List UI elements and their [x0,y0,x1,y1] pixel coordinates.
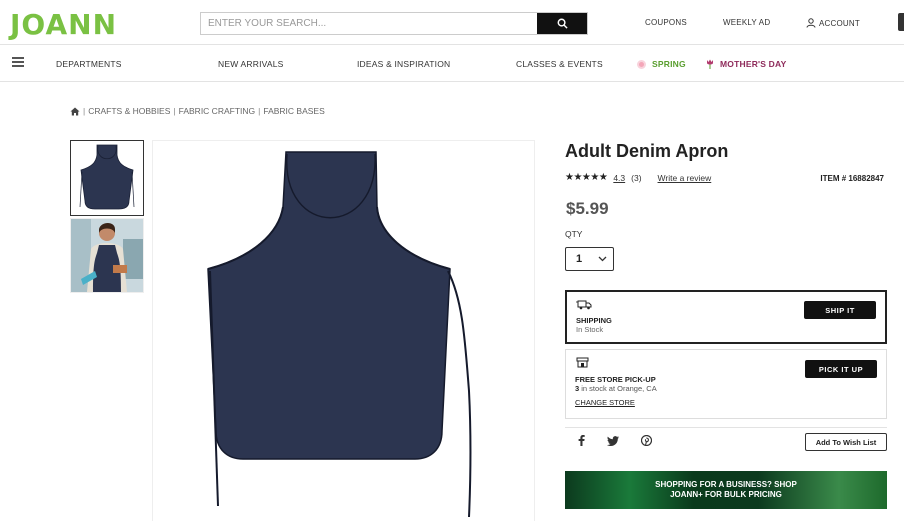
joann-logo[interactable]: JOANN [10,8,117,41]
pickup-location: in stock at Orange, CA [581,384,657,393]
coupons-link[interactable]: COUPONS [645,18,687,27]
qty-value: 1 [576,253,583,265]
write-review-link[interactable]: Write a review [658,173,712,183]
nav-spring[interactable]: SPRING [637,59,686,69]
pickup-status: 3 in stock at Orange, CA [575,384,657,393]
nav-classes-events[interactable]: CLASSES & EVENTS [516,59,603,69]
cart-icon[interactable] [898,13,904,31]
breadcrumb-fabric-crafting[interactable]: FABRIC CRAFTING [179,106,256,116]
nav-departments[interactable]: DEPARTMENTS [56,59,122,69]
twitter-icon[interactable] [607,435,619,446]
product-price: $5.99 [566,199,609,218]
pickup-count: 3 [575,384,580,393]
product-title: Adult Denim Apron [565,141,729,161]
store-icon [576,357,589,368]
pickup-label: FREE STORE PICK-UP [575,375,656,384]
search-input[interactable] [201,13,537,34]
search-button[interactable] [537,13,587,34]
search-bar [200,12,588,35]
banner-line-2: JOANN+ FOR BULK PRICING [670,490,782,499]
shipping-status: In Stock [576,325,604,334]
banner-line-1: SHOPPING FOR A BUSINESS? SHOP [655,480,797,489]
change-store-link[interactable]: CHANGE STORE [575,398,635,407]
account-link[interactable]: ACCOUNT [806,18,860,28]
qty-label: QTY [565,229,583,239]
review-count: (3) [631,172,642,183]
ship-it-button[interactable]: SHIP IT [804,301,876,319]
main-nav: DEPARTMENTS NEW ARRIVALS IDEAS & INSPIRA… [0,44,904,82]
nav-mothers-day-label: MOTHER'S DAY [720,59,787,69]
nav-ideas-inspiration[interactable]: IDEAS & INSPIRATION [357,59,450,69]
account-label: ACCOUNT [819,18,860,28]
pick-it-up-button[interactable]: PICK IT UP [805,360,877,378]
weekly-ad-link[interactable]: WEEKLY AD [723,18,770,27]
breadcrumb: | CRAFTS & HOBBIES | FABRIC CRAFTING | F… [70,106,325,116]
thumbnail-model[interactable] [70,218,144,293]
rating-stars-icon: ★★★★★ [565,172,608,183]
main-product-image[interactable] [152,140,535,521]
breadcrumb-fabric-bases[interactable]: FABRIC BASES [263,106,324,116]
add-to-wish-list-button[interactable]: Add To Wish List [805,433,887,451]
tulip-icon [707,59,713,69]
pickup-option[interactable]: FREE STORE PICK-UP 3 in stock at Orange,… [565,349,887,419]
nav-new-arrivals[interactable]: NEW ARRIVALS [218,59,284,69]
search-icon [557,18,568,29]
nav-spring-label: SPRING [652,59,686,69]
pinterest-icon[interactable] [641,435,652,446]
product-rating: ★★★★★ 4.3 (3) Write a review [565,172,711,183]
truck-icon [576,300,592,310]
rating-value[interactable]: 4.3 [613,173,625,183]
shipping-option[interactable]: SHIPPING In Stock SHIP IT [565,290,887,344]
business-promo-banner[interactable]: SHOPPING FOR A BUSINESS? SHOP JOANN+ FOR… [565,471,887,509]
item-number: ITEM # 16882847 [820,174,884,183]
breadcrumb-crafts-hobbies[interactable]: CRAFTS & HOBBIES [88,106,170,116]
flower-icon [637,59,646,69]
divider [565,427,887,428]
qty-select[interactable]: 1 [565,247,614,271]
thumbnail-apron[interactable] [70,140,144,216]
account-icon [806,18,816,28]
social-share [578,435,652,446]
chevron-down-icon [598,256,607,262]
nav-mothers-day[interactable]: MOTHER'S DAY [706,59,786,69]
home-icon[interactable] [70,107,80,116]
facebook-icon[interactable] [578,435,585,446]
hamburger-icon[interactable] [12,57,24,67]
shipping-label: SHIPPING [576,316,612,325]
